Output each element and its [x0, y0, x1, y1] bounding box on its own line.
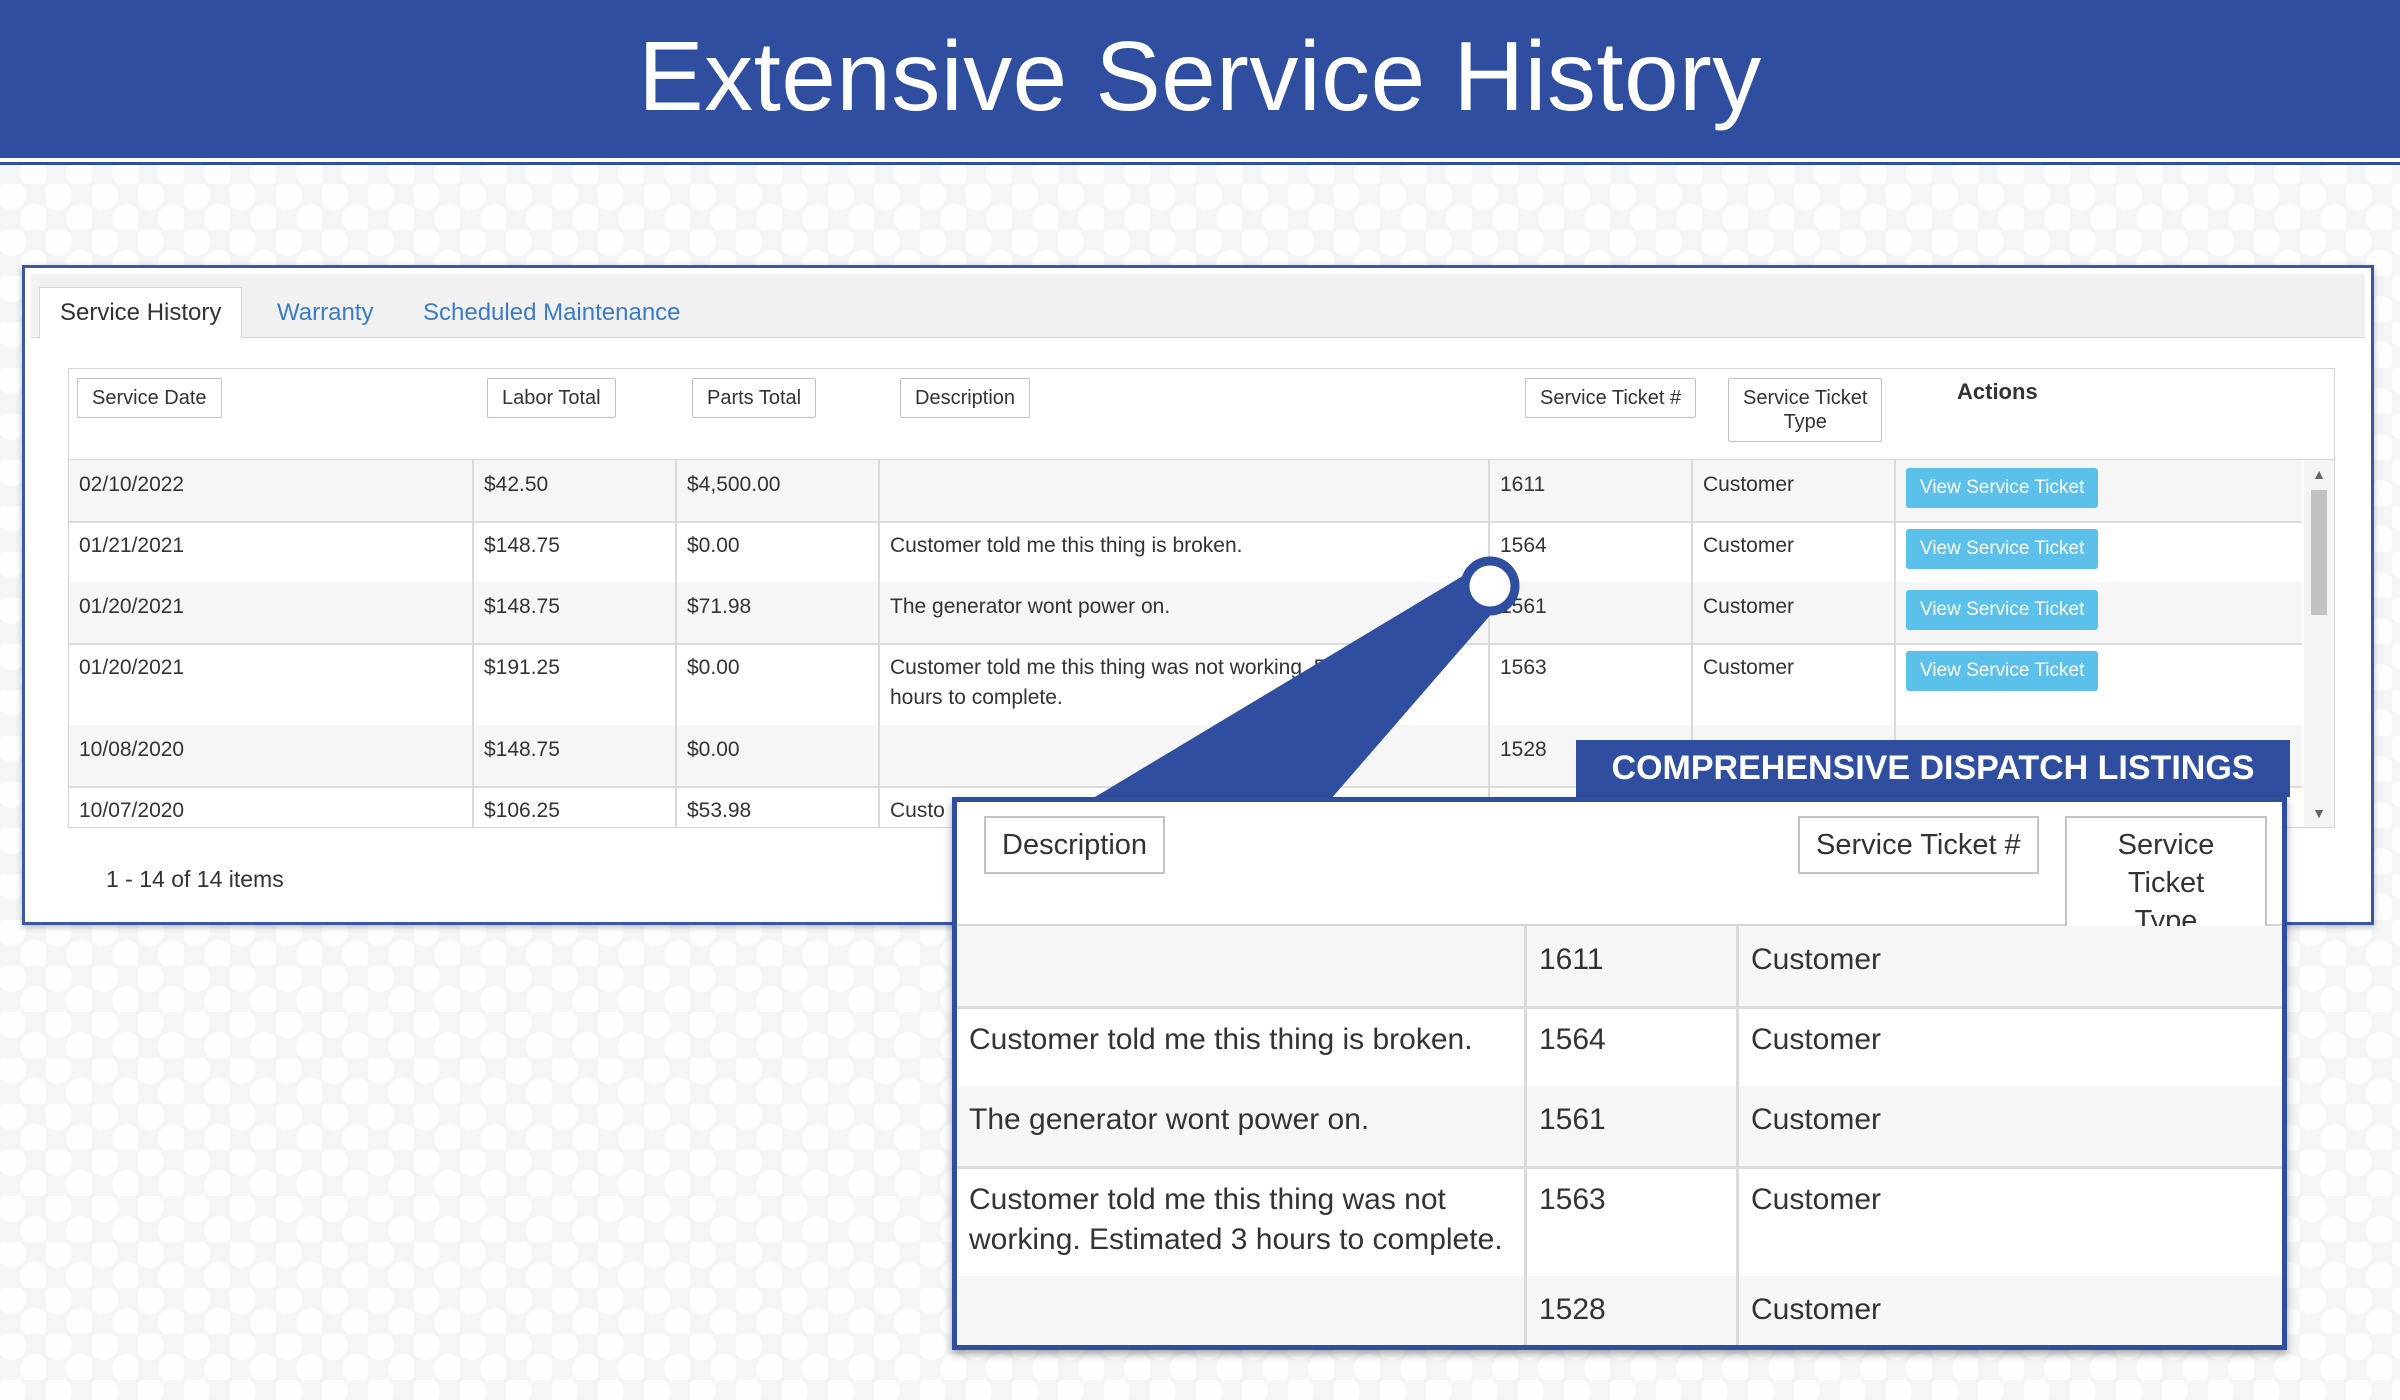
- column-header-description[interactable]: Description: [900, 378, 1031, 418]
- cell-labor-total: $148.75: [474, 582, 677, 643]
- cell-service-ticket-type: Customer: [1693, 460, 1896, 521]
- header-banner: Extensive Service History: [0, 0, 2400, 162]
- cell-parts-total: $0.00: [677, 643, 880, 725]
- cell-service-ticket-number: 1563: [1490, 643, 1693, 725]
- cell-actions: View Service Ticket: [1896, 460, 2299, 521]
- zoom-cell-service-ticket-type: Customer: [1751, 943, 1882, 976]
- cell-parts-total: $71.98: [677, 582, 880, 643]
- column-header-labor-total[interactable]: Labor Total: [487, 378, 616, 418]
- zoom-cell-description: [957, 1276, 1527, 1345]
- cell-service-ticket-number: 1611: [1490, 460, 1693, 521]
- cell-parts-total: $0.00: [677, 725, 880, 786]
- cell-service-ticket-number: 1561: [1490, 582, 1693, 643]
- scroll-up-arrow-icon[interactable]: ▲: [2304, 464, 2334, 484]
- zoom-cell-description: The generator wont power on.: [957, 1086, 1527, 1166]
- zoom-cell-service-ticket-number: 1564: [1527, 1006, 1739, 1086]
- zoom-cell-description: Customer told me this thing was not work…: [957, 1166, 1527, 1276]
- cell-service-ticket-type: Customer: [1693, 643, 1896, 725]
- cell-parts-total: $53.98: [677, 786, 880, 827]
- view-service-ticket-button[interactable]: View Service Ticket: [1906, 590, 2099, 630]
- cell-description: [880, 725, 1490, 786]
- column-header-service-ticket-number[interactable]: Service Ticket #: [1525, 378, 1697, 418]
- zoom-cell-service-ticket-type: Customer: [1751, 1023, 1882, 1056]
- cell-labor-total: $148.75: [474, 521, 677, 582]
- cell-description: Customer told me this thing was not work…: [880, 643, 1490, 725]
- zoom-cell-service-ticket-number: 1528: [1527, 1276, 1739, 1345]
- zoom-table-row: Customer told me this thing is broken. 1…: [957, 1006, 2282, 1089]
- zoom-column-header-label: Service Ticket: [2117, 829, 2215, 899]
- column-header-service-ticket-type[interactable]: Service Ticket Type: [1728, 378, 1883, 442]
- cell-actions: View Service Ticket: [1896, 643, 2299, 725]
- zoom-cell-service-ticket-type: Customer: [1751, 1293, 1882, 1326]
- view-service-ticket-button[interactable]: View Service Ticket: [1906, 529, 2099, 569]
- cell-actions: View Service Ticket: [1896, 521, 2299, 582]
- cell-service-date: 01/20/2021: [69, 582, 474, 643]
- zoom-cell-description: Customer told me this thing is broken.: [957, 1006, 1527, 1086]
- cell-description: Customer told me this thing is broken.: [880, 521, 1490, 582]
- zoom-cell-service-ticket-type: Customer: [1751, 1183, 1882, 1216]
- cell-parts-total: $0.00: [677, 521, 880, 582]
- grid-header: Service Date Labor Total Parts Total Des…: [69, 369, 2334, 460]
- zoom-cell-service-ticket-number: 1611: [1527, 926, 1739, 1006]
- cell-labor-total: $191.25: [474, 643, 677, 725]
- tab-scheduled-maintenance[interactable]: Scheduled Maintenance: [403, 288, 701, 337]
- zoom-table-row: 1611 Customer: [957, 926, 2282, 1009]
- cell-service-date: 10/08/2020: [69, 725, 474, 786]
- table-row: 02/10/2022 $42.50 $4,500.00 1611 Custome…: [69, 460, 2302, 523]
- zoom-table-row: Customer told me this thing was not work…: [957, 1166, 2282, 1279]
- cell-labor-total: $42.50: [474, 460, 677, 521]
- table-row: 01/21/2021 $148.75 $0.00 Customer told m…: [69, 521, 2302, 584]
- cell-description: [880, 460, 1490, 521]
- view-service-ticket-button[interactable]: View Service Ticket: [1906, 651, 2099, 691]
- table-row: 01/20/2021 $148.75 $71.98 The generator …: [69, 582, 2302, 645]
- column-header-actions: Actions: [1957, 379, 2038, 404]
- zoom-column-header-description: Description: [984, 816, 1166, 874]
- cell-service-date: 01/20/2021: [69, 643, 474, 725]
- cell-service-date: 02/10/2022: [69, 460, 474, 521]
- cell-service-date: 10/07/2020: [69, 786, 474, 827]
- pager-info: 1 - 14 of 14 items: [106, 866, 284, 892]
- cell-actions: View Service Ticket: [1896, 582, 2299, 643]
- page-title: Extensive Service History: [638, 21, 1762, 131]
- zoom-table-row: The generator wont power on. 1561 Custom…: [957, 1086, 2282, 1169]
- zoom-cell-service-ticket-number: 1563: [1527, 1166, 1739, 1276]
- view-service-ticket-button[interactable]: View Service Ticket: [1906, 468, 2099, 508]
- tab-service-history[interactable]: Service History: [39, 287, 243, 340]
- zoom-cell-service-ticket-number: 1561: [1527, 1086, 1739, 1166]
- cell-description: The generator wont power on.: [880, 582, 1490, 643]
- zoom-header: Description Service Ticket # Service Tic…: [957, 802, 2282, 950]
- column-header-parts-total[interactable]: Parts Total: [692, 378, 817, 418]
- table-row: 01/20/2021 $191.25 $0.00 Customer told m…: [69, 643, 2302, 727]
- cell-service-ticket-type: Customer: [1693, 521, 1896, 582]
- callout-label: COMPREHENSIVE DISPATCH LISTINGS: [1576, 740, 2290, 797]
- tab-bar: Service History Warranty Scheduled Maint…: [31, 274, 2365, 340]
- cell-service-ticket-type: Customer: [1693, 582, 1896, 643]
- column-header-label: Service Ticket: [1743, 387, 1868, 409]
- vertical-scrollbar[interactable]: ▲ ▼: [2304, 460, 2334, 827]
- zoomed-inset: Description Service Ticket # Service Tic…: [952, 797, 2287, 1350]
- scroll-down-arrow-icon[interactable]: ▼: [2304, 803, 2334, 823]
- tab-warranty[interactable]: Warranty: [257, 288, 393, 337]
- zoom-cell-description: [957, 926, 1527, 1006]
- cell-service-ticket-number: 1564: [1490, 521, 1693, 582]
- zoom-table-row: 1528 Customer: [957, 1276, 2282, 1345]
- cell-service-date: 01/21/2021: [69, 521, 474, 582]
- scroll-thumb[interactable]: [2311, 490, 2327, 615]
- column-header-label: Type: [1783, 411, 1827, 433]
- zoom-column-header-service-ticket-number: Service Ticket #: [1798, 816, 2039, 874]
- column-header-service-date[interactable]: Service Date: [77, 378, 222, 418]
- zoom-cell-service-ticket-type: Customer: [1751, 1103, 1882, 1136]
- cell-parts-total: $4,500.00: [677, 460, 880, 521]
- cell-labor-total: $106.25: [474, 786, 677, 827]
- cell-labor-total: $148.75: [474, 725, 677, 786]
